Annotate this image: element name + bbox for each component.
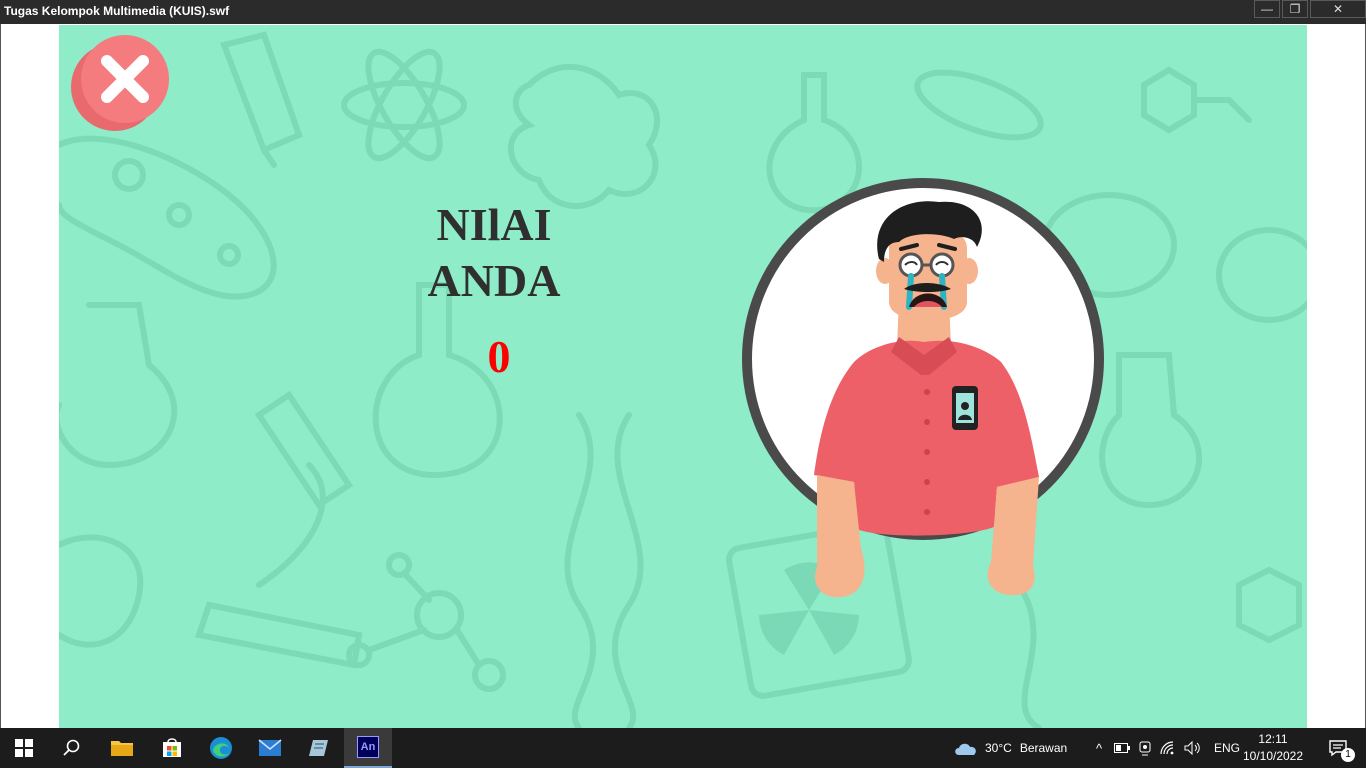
show-hidden-icons-chevron-icon[interactable]: ^ <box>1090 741 1108 756</box>
adobe-animate-icon: An <box>357 736 379 758</box>
battery-icon[interactable] <box>1114 743 1130 753</box>
store-bag-icon <box>163 738 181 757</box>
mail-envelope-icon <box>258 739 282 756</box>
window-title: Tugas Kelompok Multimedia (KUIS).swf <box>4 4 230 18</box>
meet-now-icon[interactable] <box>1138 740 1152 756</box>
window-controls: — ❐ ✕ <box>1252 0 1366 20</box>
search-button[interactable] <box>48 728 96 768</box>
notification-badge: 1 <box>1341 748 1355 762</box>
start-button[interactable] <box>0 728 48 768</box>
weather-description: Berawan <box>1019 741 1068 755</box>
window-titlebar: Tugas Kelompok Multimedia (KUIS).swf — ❐… <box>0 0 1366 24</box>
windows-logo-icon <box>15 739 33 757</box>
windows-taskbar: An 30°C Berawan ^ ENG 12:11 10/10/2022 1 <box>0 728 1366 768</box>
notes-app-button[interactable] <box>295 728 343 768</box>
score-heading-line2: ANDA <box>427 255 561 306</box>
score-heading: NIlAI ANDA <box>389 197 599 309</box>
notification-center-button[interactable]: 1 <box>1318 728 1358 768</box>
folder-icon <box>111 741 133 756</box>
notes-icon <box>309 740 328 756</box>
score-value: 0 <box>487 331 511 382</box>
window-border-left <box>0 24 1 728</box>
restore-button[interactable]: ❐ <box>1282 0 1308 18</box>
taskbar-clock[interactable]: 12:11 10/10/2022 <box>1238 731 1308 765</box>
volume-icon[interactable] <box>1184 741 1202 755</box>
glasses-right <box>929 252 955 278</box>
flash-stage: NIlAI ANDA 0 <box>59 25 1307 728</box>
weather-temperature: 30°C <box>985 741 1012 755</box>
tear-left <box>906 273 914 310</box>
cloud-icon <box>955 743 976 755</box>
sad-character-illustration <box>742 178 1104 598</box>
adobe-animate-button[interactable]: An <box>344 728 392 768</box>
close-window-button[interactable]: ✕ <box>1310 0 1366 18</box>
weather-widget[interactable]: 30°C Berawan <box>953 728 1067 768</box>
mail-button[interactable] <box>246 728 294 768</box>
microsoft-store-button[interactable] <box>148 728 196 768</box>
edge-icon <box>210 737 232 759</box>
input-language-indicator[interactable]: ENG <box>1214 741 1240 755</box>
file-explorer-button[interactable] <box>98 728 146 768</box>
wifi-icon[interactable] <box>1160 741 1176 755</box>
score-heading-line1: NIlAI <box>436 199 552 250</box>
science-doodle-background <box>59 31 1307 728</box>
clock-time: 12:11 <box>1258 732 1288 746</box>
system-tray: ^ ENG <box>1090 728 1240 768</box>
glasses-left <box>898 252 924 278</box>
edge-browser-button[interactable] <box>197 728 245 768</box>
close-quiz-button[interactable] <box>69 33 173 131</box>
search-icon <box>63 739 80 756</box>
minimize-button[interactable]: — <box>1254 0 1280 18</box>
clock-date: 10/10/2022 <box>1242 749 1304 763</box>
